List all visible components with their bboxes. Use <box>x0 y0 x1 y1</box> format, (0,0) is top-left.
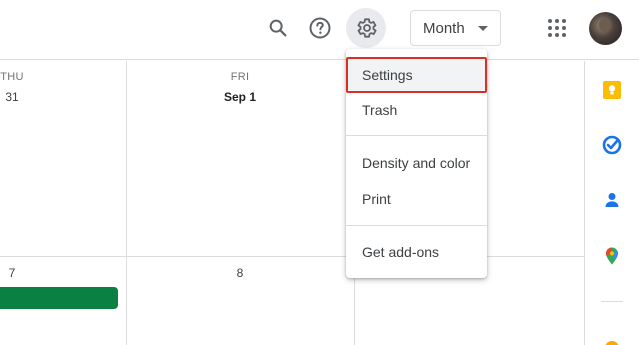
menu-separator <box>346 135 487 136</box>
date-thu[interactable]: 31 <box>0 90 24 104</box>
day-name-thu: THU <box>0 71 24 83</box>
help-button[interactable] <box>300 8 340 48</box>
menu-item-density-and-color[interactable]: Density and color <box>346 145 487 181</box>
menu-item-get-add-ons[interactable]: Get add-ons <box>346 234 487 270</box>
contacts-icon[interactable] <box>601 189 623 211</box>
side-panel <box>584 61 639 345</box>
menu-item-label: Trash <box>362 102 398 118</box>
menu-item-trash[interactable]: Trash <box>346 92 487 128</box>
event-chip[interactable] <box>0 287 118 309</box>
menu-item-label: Density and color <box>362 155 471 171</box>
help-icon <box>309 17 331 39</box>
top-bar: Month <box>0 0 639 60</box>
cell-date-8[interactable]: 8 <box>200 266 280 280</box>
settings-menu: Settings Trash Density and color Print G… <box>346 49 487 278</box>
cell-date-7[interactable]: 7 <box>0 266 24 280</box>
menu-separator <box>346 225 487 226</box>
date-fri[interactable]: Sep 1 <box>200 90 280 104</box>
menu-item-settings[interactable]: Settings <box>346 57 487 93</box>
maps-icon[interactable] <box>601 245 623 267</box>
calendar-app: Month THU 31 FRI Sep 1 7 8 Settings Tras… <box>0 0 639 345</box>
search-icon <box>269 19 287 37</box>
day-name-fri: FRI <box>230 71 250 83</box>
apps-grid-icon <box>548 19 566 37</box>
search-button[interactable] <box>258 8 298 48</box>
menu-item-label: Get add-ons <box>362 244 440 260</box>
menu-item-print[interactable]: Print <box>346 181 487 217</box>
view-selector[interactable]: Month <box>410 10 501 46</box>
side-panel-divider <box>601 301 623 302</box>
column-divider <box>126 61 127 345</box>
caret-down-icon <box>478 26 488 31</box>
month-grid: THU 31 FRI Sep 1 7 8 <box>0 61 584 345</box>
menu-item-label: Print <box>362 191 391 207</box>
apps-button[interactable] <box>537 8 577 48</box>
addon-icon[interactable] <box>601 333 623 345</box>
keep-icon[interactable] <box>601 79 623 101</box>
row-divider <box>0 256 584 257</box>
settings-button[interactable] <box>346 8 386 48</box>
view-selector-label: Month <box>423 19 465 37</box>
gear-icon <box>357 18 377 38</box>
avatar[interactable] <box>589 12 622 45</box>
menu-item-label: Settings <box>362 67 413 83</box>
tasks-icon[interactable] <box>601 134 623 156</box>
